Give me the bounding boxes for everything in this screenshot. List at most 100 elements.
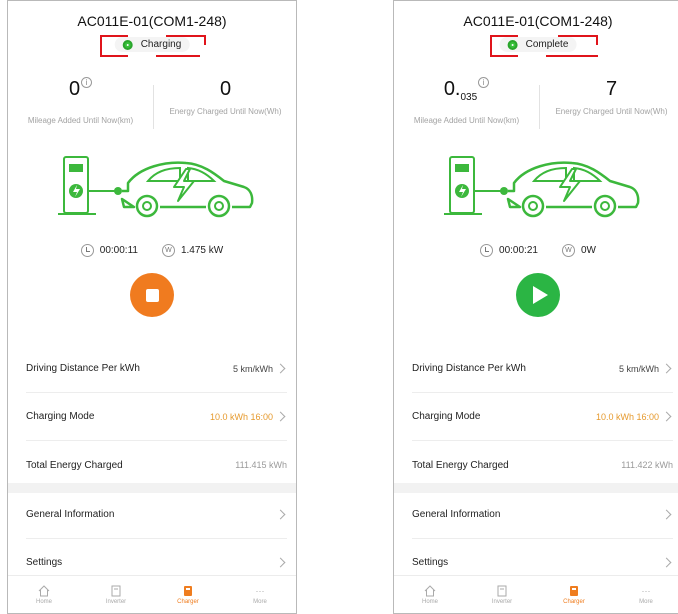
status-area: Charging bbox=[8, 35, 296, 59]
stop-charging-button[interactable] bbox=[130, 273, 174, 317]
energy-value: 0 bbox=[219, 78, 232, 100]
red-annotation-right bbox=[558, 35, 598, 45]
tab-label: More bbox=[639, 598, 653, 605]
timer-value: 00:00:11 bbox=[99, 245, 138, 256]
tab-inverter[interactable]: Inverter bbox=[80, 576, 152, 613]
list-item-general-information[interactable]: General Information bbox=[26, 491, 287, 539]
tab-label: Inverter bbox=[491, 598, 513, 605]
bottom-tab-bar: Home Inverter Charger ··· More bbox=[8, 575, 296, 613]
chevron-right-icon bbox=[661, 411, 672, 422]
clock-icon bbox=[480, 244, 494, 257]
info-icon[interactable]: i bbox=[81, 77, 93, 88]
list-item-general-information[interactable]: General Information bbox=[412, 491, 673, 539]
tab-label: Charger bbox=[563, 598, 585, 605]
timer-value: 00:00:21 bbox=[499, 245, 538, 256]
list-item-charging-mode[interactable]: Charging Mode 10.0 kWh 16:00 bbox=[26, 393, 287, 441]
tab-home[interactable]: Home bbox=[394, 576, 466, 613]
tab-more[interactable]: ··· More bbox=[224, 576, 296, 613]
bottom-tab-bar: Home Inverter Charger ··· More bbox=[394, 575, 678, 613]
watt-icon: W bbox=[161, 244, 175, 257]
red-annotation-right-underline bbox=[156, 55, 200, 57]
device-title: AC011E-01(COM1-248) bbox=[77, 13, 227, 29]
red-annotation-right bbox=[166, 35, 206, 45]
list-item-charging-mode[interactable]: Charging Mode 10.0 kWh 16:00 bbox=[412, 393, 673, 441]
tab-charger[interactable]: Charger bbox=[152, 576, 224, 613]
mileage-value: 0. bbox=[443, 78, 461, 100]
chevron-right-icon bbox=[661, 509, 672, 520]
charge-metrics: 0i Mileage Added Until Now(km) 0 Energy … bbox=[8, 77, 296, 147]
clock-icon bbox=[80, 244, 94, 257]
chevron-right-icon bbox=[661, 363, 672, 374]
row-value: 10.0 kWh 16:00 bbox=[209, 411, 273, 422]
charger-car-illustration bbox=[58, 156, 254, 218]
row-value: 111.422 kWh bbox=[621, 460, 673, 470]
charge-metrics: 0.035i Mileage Added Until Now(km) 7 Ene… bbox=[394, 77, 678, 147]
mileage-value: 0 bbox=[68, 78, 81, 100]
tab-label: Home bbox=[421, 598, 438, 605]
tab-label: More bbox=[253, 598, 267, 605]
energy-label: Energy Charged Until Now(Wh) bbox=[555, 107, 668, 116]
settings-list: Driving Distance Per kWh 5 km/kWh Chargi… bbox=[8, 345, 296, 489]
power-value: 1.475 kW bbox=[180, 245, 224, 256]
list-item-driving-distance[interactable]: Driving Distance Per kWh 5 km/kWh bbox=[26, 345, 287, 393]
row-label: General Information bbox=[26, 509, 115, 520]
info-list: General Information Settings bbox=[394, 491, 678, 585]
tab-label: Inverter bbox=[105, 598, 127, 605]
row-label: Settings bbox=[412, 556, 449, 568]
row-value: 5 km/kWh bbox=[232, 363, 273, 374]
play-icon bbox=[532, 286, 548, 304]
tab-inverter[interactable]: Inverter bbox=[466, 576, 538, 613]
row-label: Charging Mode bbox=[26, 411, 95, 422]
inverter-icon bbox=[111, 585, 121, 596]
row-label: Driving Distance Per kWh bbox=[412, 363, 526, 374]
charger-icon bbox=[184, 585, 192, 596]
chevron-right-icon bbox=[275, 363, 286, 374]
row-value: 111.415 kWh bbox=[235, 460, 287, 470]
chevron-right-icon bbox=[661, 557, 672, 567]
home-icon bbox=[38, 584, 50, 596]
red-annotation-right-underline bbox=[546, 55, 598, 57]
status-area: Complete bbox=[394, 35, 678, 59]
list-item-driving-distance[interactable]: Driving Distance Per kWh 5 km/kWh bbox=[412, 345, 673, 393]
more-icon: ··· bbox=[255, 585, 265, 596]
row-label: Settings bbox=[26, 556, 63, 568]
status-dot-icon bbox=[122, 39, 133, 50]
energy-label: Energy Charged Until Now(Wh) bbox=[169, 107, 282, 116]
mileage-label: Mileage Added Until Now(km) bbox=[27, 116, 134, 125]
home-icon bbox=[424, 584, 436, 596]
row-label: Total Energy Charged bbox=[26, 459, 123, 471]
energy-value: 7 bbox=[605, 78, 618, 100]
list-item-total-energy: Total Energy Charged 111.415 kWh bbox=[26, 441, 287, 489]
charger-car-illustration bbox=[444, 156, 640, 218]
tab-charger[interactable]: Charger bbox=[538, 576, 610, 613]
energy-metric: 0 Energy Charged Until Now(Wh) bbox=[153, 77, 296, 117]
phone-screen-charging: AC011E-01(COM1-248) Charging 0i Mileage … bbox=[7, 0, 297, 614]
tab-more[interactable]: ··· More bbox=[610, 576, 678, 613]
settings-list: Driving Distance Per kWh 5 km/kWh Chargi… bbox=[394, 345, 678, 489]
charger-icon bbox=[570, 585, 578, 596]
power-value: 0W bbox=[580, 245, 596, 256]
timer-row: 00:00:11 W 1.475 kW bbox=[8, 244, 296, 257]
inverter-icon bbox=[497, 585, 507, 596]
tab-label: Home bbox=[35, 598, 52, 605]
row-label: Charging Mode bbox=[412, 411, 481, 422]
row-label: General Information bbox=[412, 509, 501, 520]
chevron-right-icon bbox=[275, 411, 286, 422]
phone-screen-complete: AC011E-01(COM1-248) Complete 0.035i Mile… bbox=[393, 0, 678, 614]
mileage-metric: 0i Mileage Added Until Now(km) bbox=[8, 77, 153, 126]
device-title: AC011E-01(COM1-248) bbox=[463, 13, 613, 29]
tab-home[interactable]: Home bbox=[8, 576, 80, 613]
list-item-total-energy: Total Energy Charged 111.422 kWh bbox=[412, 441, 673, 489]
start-charging-button[interactable] bbox=[516, 273, 560, 317]
row-value: 5 km/kWh bbox=[618, 363, 659, 374]
chevron-right-icon bbox=[275, 509, 286, 520]
info-icon[interactable]: i bbox=[478, 77, 490, 88]
stop-icon bbox=[145, 288, 159, 302]
row-label: Driving Distance Per kWh bbox=[26, 363, 140, 374]
info-list: General Information Settings bbox=[8, 491, 296, 585]
tab-label: Charger bbox=[177, 598, 199, 605]
status-dot-icon bbox=[507, 39, 518, 50]
energy-metric: 7 Energy Charged Until Now(Wh) bbox=[539, 77, 678, 117]
mileage-value-sub: 035 bbox=[460, 92, 478, 103]
more-icon: ··· bbox=[641, 585, 651, 596]
